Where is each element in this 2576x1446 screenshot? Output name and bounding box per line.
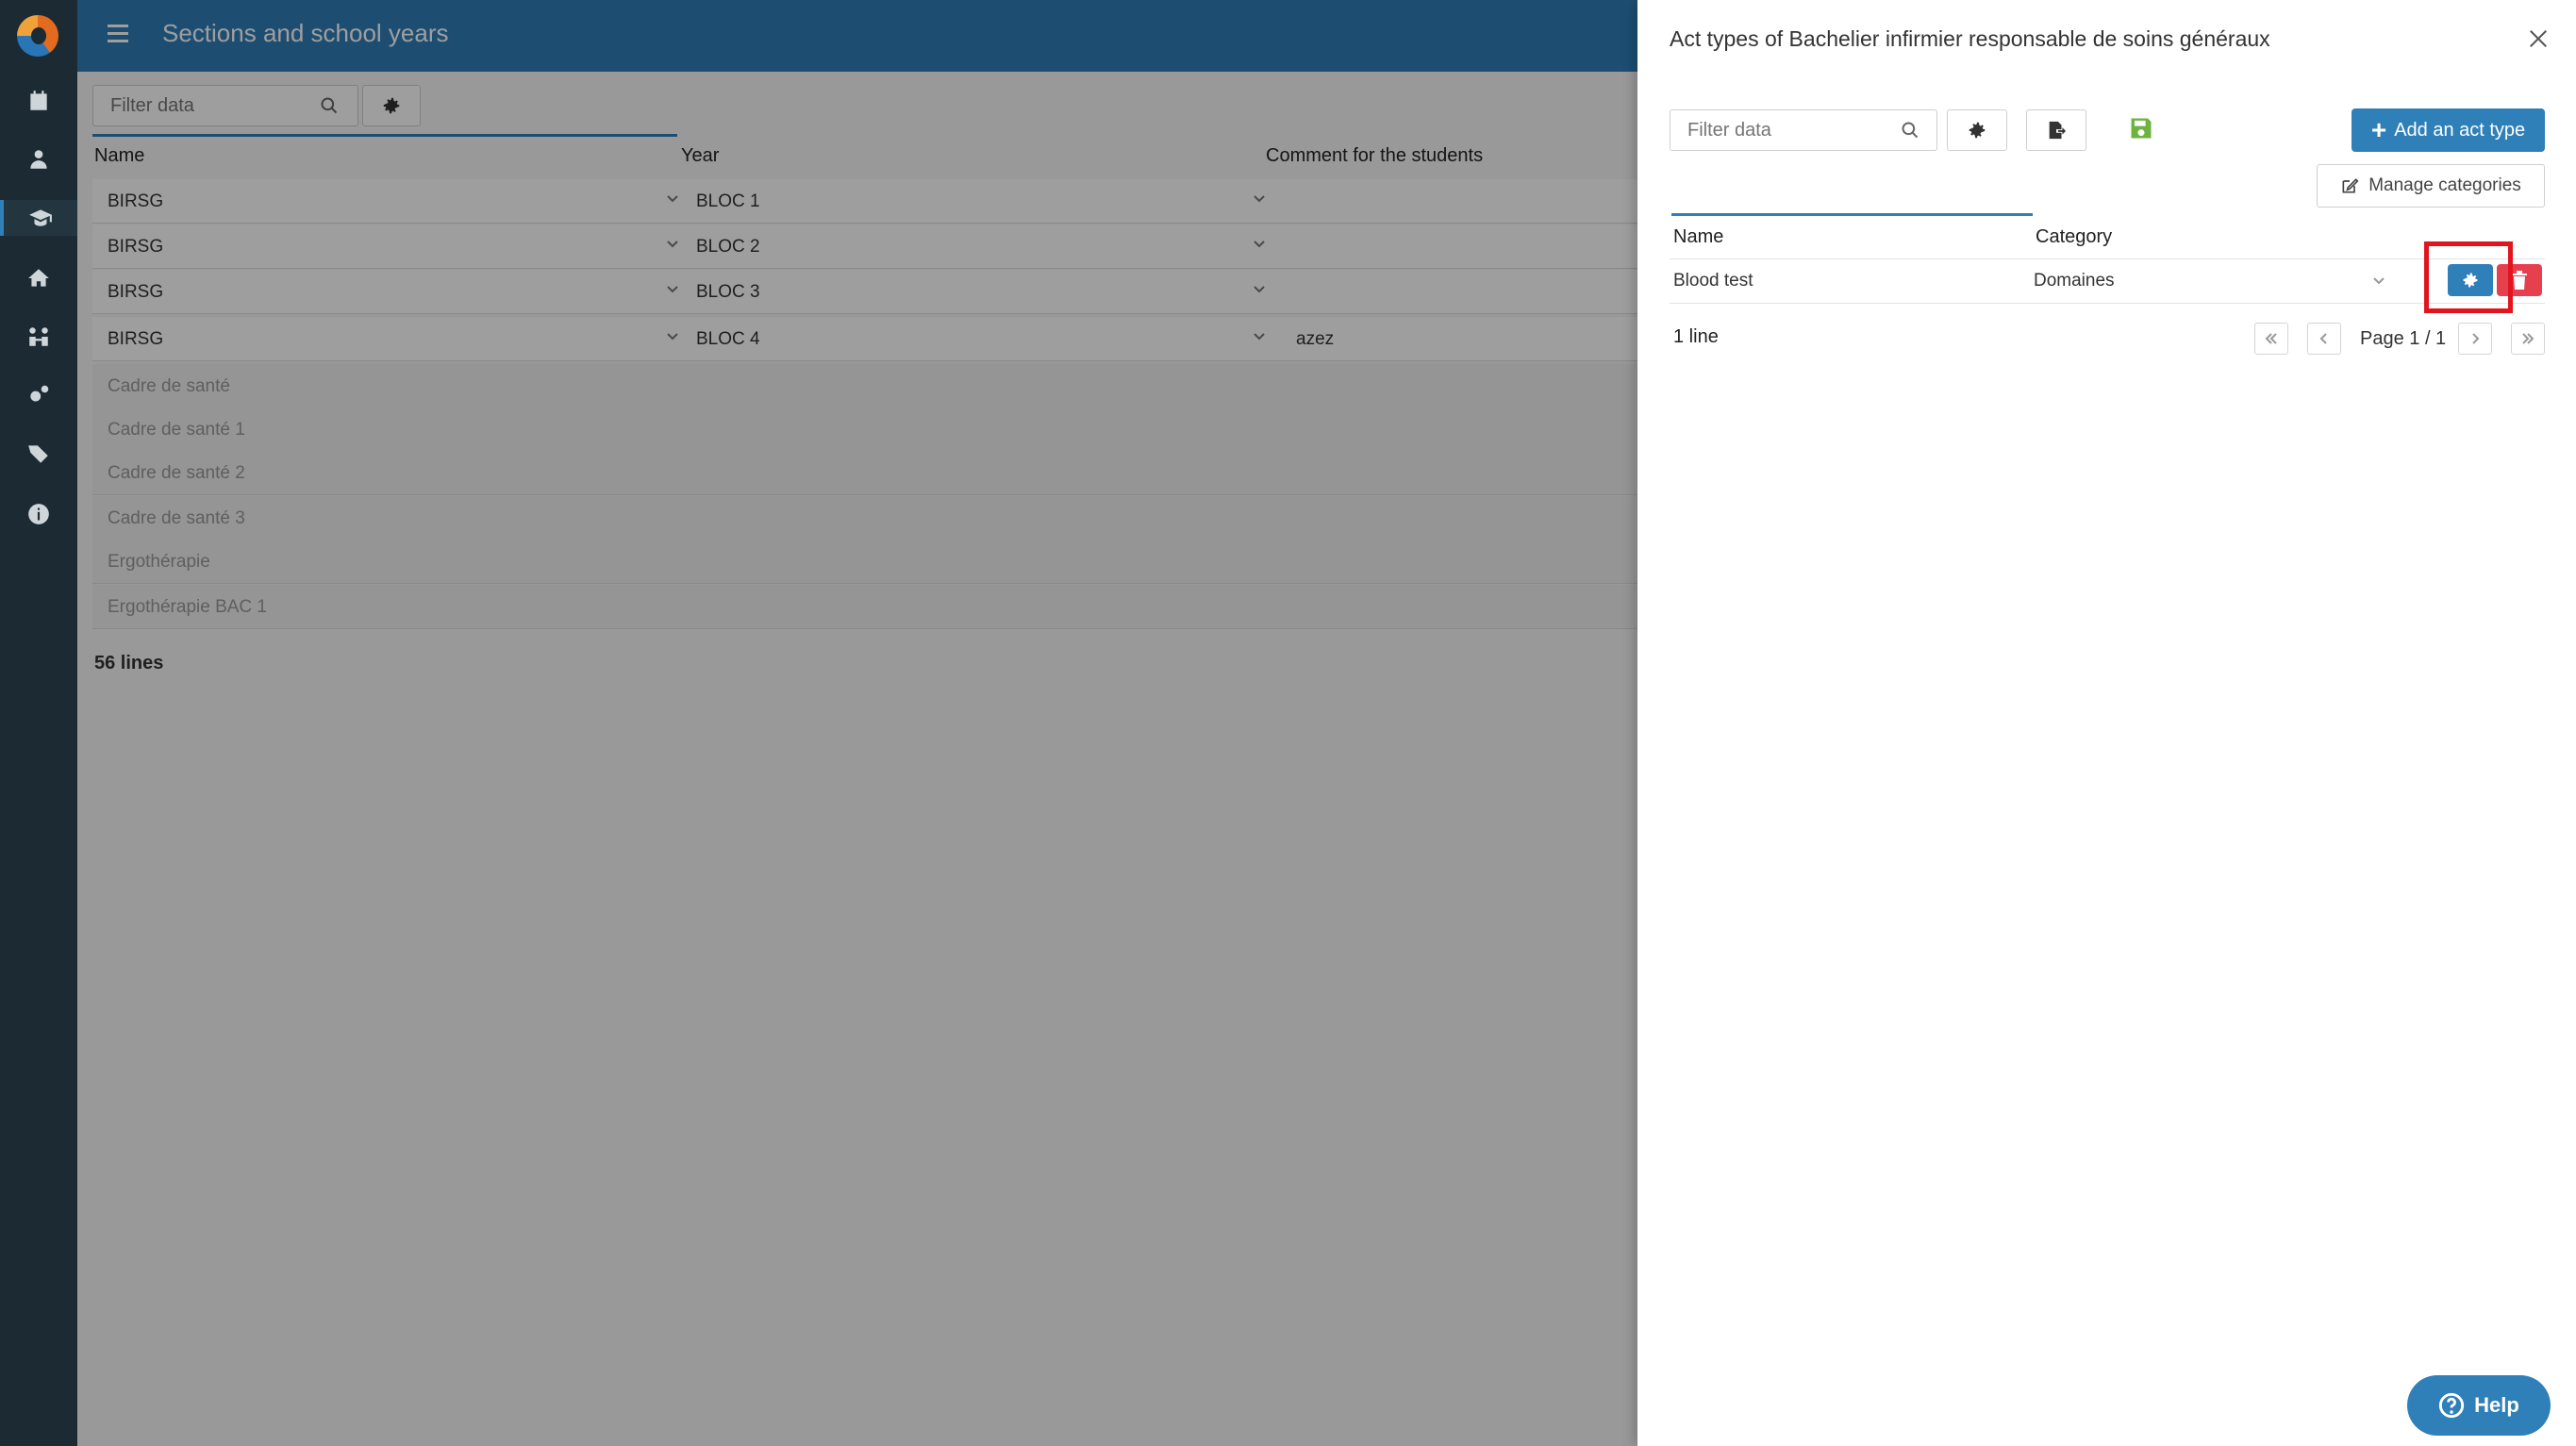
drawer-settings-button[interactable] bbox=[1947, 109, 2007, 151]
act-types-drawer: Act types of Bachelier infirmier respons… bbox=[1637, 0, 2576, 1446]
manage-categories-label: Manage categories bbox=[2368, 175, 2521, 195]
first-page-button[interactable] bbox=[2254, 323, 2288, 355]
previous-page-button[interactable] bbox=[2307, 323, 2341, 355]
left-sidebar bbox=[0, 0, 77, 1446]
trash-icon bbox=[2512, 271, 2527, 290]
search-icon bbox=[1902, 122, 1919, 139]
double-chevron-right-icon bbox=[2522, 333, 2534, 344]
drawer-lines-count: 1 line bbox=[1673, 326, 1719, 347]
close-icon bbox=[2530, 30, 2547, 47]
double-chevron-left-icon bbox=[2265, 333, 2277, 344]
last-page-button[interactable] bbox=[2511, 323, 2545, 355]
column-header-category[interactable]: Category bbox=[2036, 226, 2112, 248]
page-indicator: Page 1 / 1 bbox=[2360, 328, 2447, 349]
info-icon[interactable] bbox=[21, 496, 57, 532]
table-row[interactable]: Blood test Domaines bbox=[1670, 258, 2545, 304]
drawer-filter-input[interactable] bbox=[1686, 118, 1901, 142]
chevron-down-icon[interactable] bbox=[2372, 274, 2385, 292]
row-name[interactable]: Blood test bbox=[1673, 271, 1753, 291]
plus-icon: + bbox=[2370, 115, 2387, 144]
chevron-right-icon bbox=[2472, 333, 2480, 344]
help-button[interactable]: Help bbox=[2407, 1375, 2551, 1436]
export-button[interactable] bbox=[2026, 109, 2086, 151]
calendar-icon[interactable] bbox=[21, 83, 57, 119]
gear-icon bbox=[1969, 122, 1986, 139]
people-icon[interactable] bbox=[21, 319, 57, 355]
next-page-button[interactable] bbox=[2458, 323, 2492, 355]
manage-categories-button[interactable]: Manage categories bbox=[2317, 164, 2545, 208]
question-circle-icon bbox=[2439, 1392, 2465, 1419]
save-icon[interactable] bbox=[2128, 115, 2158, 145]
tags-icon[interactable] bbox=[21, 436, 57, 472]
edit-icon bbox=[2342, 178, 2359, 193]
row-category[interactable]: Domaines bbox=[2034, 271, 2115, 291]
drawer-filter-box bbox=[1670, 109, 1937, 151]
drawer-filter-underline bbox=[1671, 213, 2033, 216]
column-header-name[interactable]: Name bbox=[1673, 226, 1723, 248]
graduation-cap-icon[interactable] bbox=[0, 200, 77, 236]
home-icon[interactable] bbox=[21, 260, 57, 296]
help-label: Help bbox=[2474, 1393, 2519, 1417]
modal-backdrop[interactable] bbox=[77, 0, 1637, 1446]
add-act-type-label: Add an act type bbox=[2394, 119, 2526, 141]
close-button[interactable] bbox=[2524, 25, 2552, 53]
add-act-type-button[interactable]: + Add an act type bbox=[2352, 108, 2545, 152]
chevron-left-icon bbox=[2319, 333, 2327, 344]
teacher-icon[interactable] bbox=[21, 141, 57, 177]
highlight-box bbox=[2424, 241, 2513, 313]
gears-icon[interactable] bbox=[21, 377, 57, 413]
drawer-title: Act types of Bachelier infirmier respons… bbox=[1670, 26, 2270, 51]
app-logo[interactable] bbox=[17, 15, 58, 57]
file-export-icon bbox=[2049, 121, 2067, 140]
